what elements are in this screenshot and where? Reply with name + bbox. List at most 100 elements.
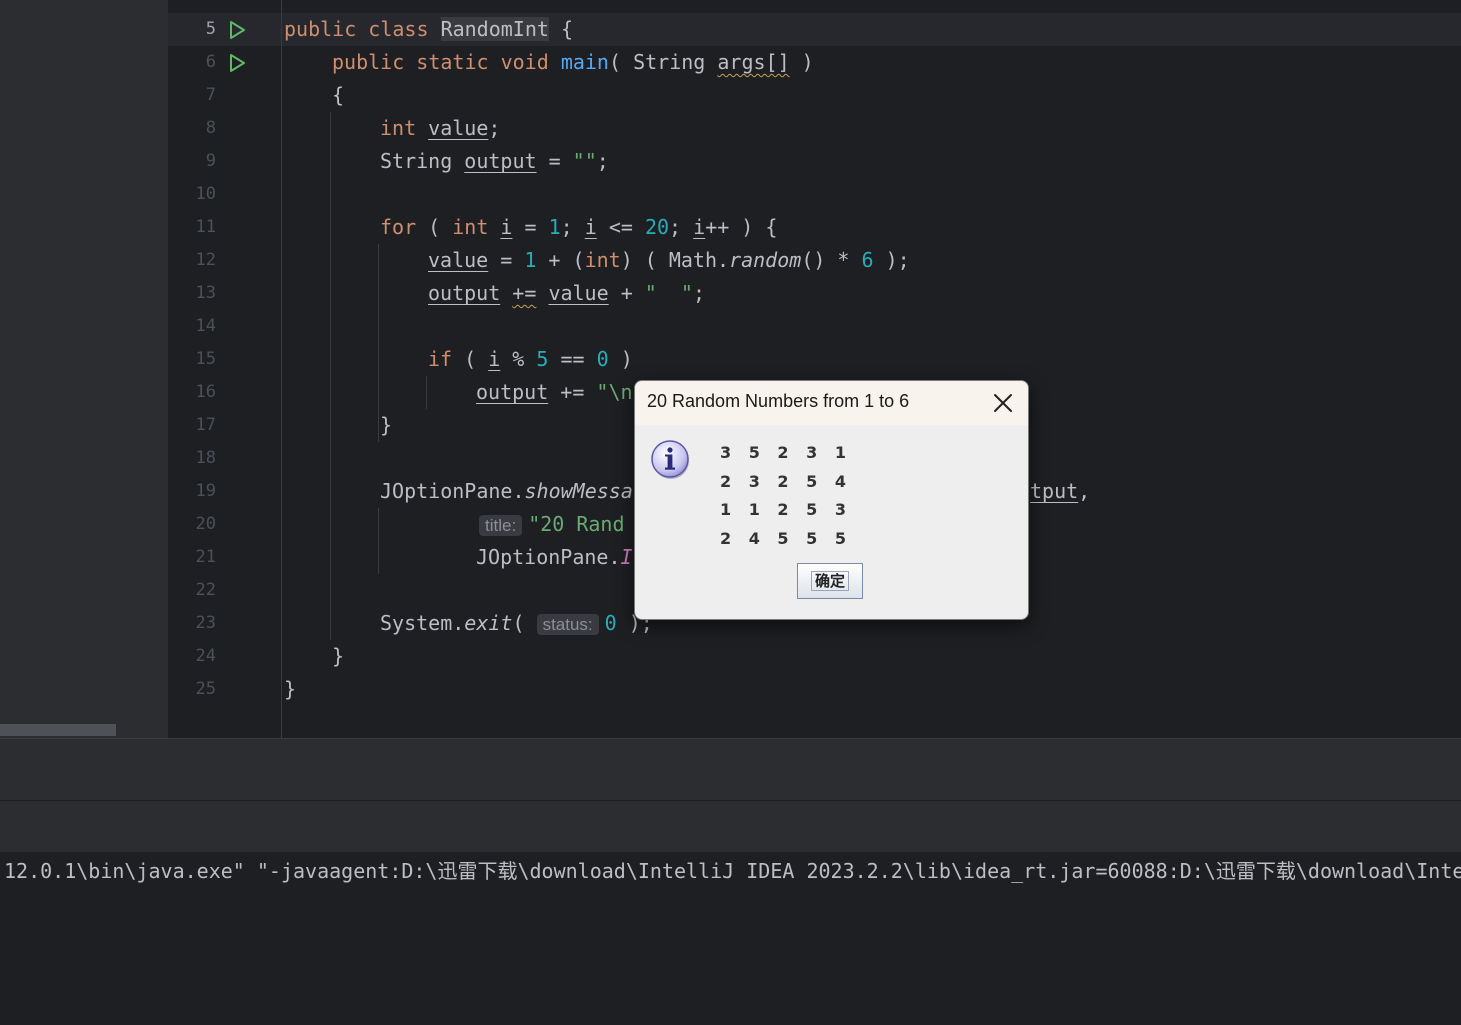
code-token: ): [789, 50, 814, 74]
code-token: output: [476, 380, 549, 404]
code-token: ): [608, 347, 633, 371]
line-number: 12: [195, 250, 216, 270]
code-token: exit: [464, 611, 513, 635]
number-row: 3 5 2 3 1: [720, 443, 852, 462]
indent-guide: [330, 112, 331, 640]
code-token: +=: [512, 281, 537, 305]
message-dialog: 20 Random Numbers from 1 to 6 3 5 2 3 1 …: [634, 380, 1029, 620]
code-token: " ": [644, 281, 693, 305]
code-token: i: [488, 347, 501, 371]
line-number: 21: [195, 547, 216, 567]
code-token: i: [584, 215, 597, 239]
code-token: void: [500, 50, 549, 74]
code-editor[interactable]: [168, 0, 1461, 738]
line-number: 16: [195, 382, 216, 402]
line-number: 15: [195, 349, 216, 369]
code-token: public: [284, 17, 357, 41]
code-token: ) ( Math.: [620, 248, 730, 272]
horizontal-scrollbar[interactable]: [0, 724, 116, 736]
code-token: ,: [1078, 479, 1091, 503]
indent-guide: [378, 508, 379, 574]
code-token: i: [693, 215, 706, 239]
line-number: 23: [195, 613, 216, 633]
close-icon[interactable]: [991, 391, 1015, 415]
code-token: value: [428, 116, 489, 140]
code-token: value: [548, 281, 609, 305]
code-token: class: [368, 17, 429, 41]
run-toolbar: [0, 800, 1461, 853]
code-token: showMessa: [524, 479, 633, 503]
code-token: {: [560, 17, 574, 41]
code-token: ;: [692, 281, 705, 305]
code-token: for: [380, 215, 417, 239]
code-token: 5: [536, 347, 549, 371]
ok-button-label: 确定: [811, 571, 849, 591]
code-token: + (: [536, 248, 585, 272]
code-line: {: [332, 79, 344, 112]
code-token: int: [452, 215, 489, 239]
code-token: int: [584, 248, 621, 272]
info-icon: [651, 440, 689, 479]
line-number: 22: [195, 580, 216, 600]
code-token: i: [500, 215, 513, 239]
line-number: 7: [205, 85, 216, 105]
code-token: public: [332, 50, 405, 74]
code-token: args[]: [717, 50, 790, 74]
code-token: "": [572, 149, 597, 173]
code-token: main: [560, 50, 609, 74]
code-token: random: [729, 248, 802, 272]
line-number: 13: [195, 283, 216, 303]
line-number: 19: [195, 481, 216, 501]
code-token: static: [416, 50, 489, 74]
code-line: JOptionPane.showMessa: [380, 475, 633, 508]
code-token: output: [464, 149, 537, 173]
code-token: +: [608, 281, 645, 305]
code-token: 1: [548, 215, 561, 239]
indent-guide: [378, 244, 379, 442]
code-token: ( String: [608, 50, 706, 74]
code-token: +=: [548, 380, 597, 404]
code-token: ;: [488, 116, 501, 140]
code-line: tput,: [1030, 475, 1090, 508]
run-gutter-icon[interactable]: [226, 52, 248, 74]
run-gutter-icon[interactable]: [226, 19, 248, 41]
code-line: if ( i % 5 == 0 ): [428, 343, 633, 376]
ok-button[interactable]: 确定: [797, 563, 863, 599]
code-token: =: [512, 215, 549, 239]
code-line: public static void main( String args[] ): [332, 46, 814, 79]
code-token: "20 Rand: [528, 512, 625, 536]
code-token: () *: [801, 248, 862, 272]
code-line: title: "20 Rand: [479, 508, 625, 542]
code-line: value = 1 + (int) ( Math.random() * 6 );: [428, 244, 910, 277]
code-token: ;: [560, 215, 585, 239]
code-token: }: [380, 413, 393, 437]
dialog-title-bar: 20 Random Numbers from 1 to 6: [635, 381, 1028, 425]
parameter-hint: status:: [536, 614, 599, 635]
code-token: 0: [604, 611, 617, 635]
number-row: 1 1 2 5 3: [720, 500, 852, 519]
line-number: 5: [205, 19, 216, 39]
code-line: }: [284, 673, 296, 706]
line-number: 17: [195, 415, 216, 435]
code-line: String output = "";: [380, 145, 609, 178]
code-line: output += "\n: [476, 376, 633, 409]
line-number: 18: [195, 448, 216, 468]
code-token: =: [488, 248, 525, 272]
code-token: =: [536, 149, 573, 173]
code-token: }: [284, 677, 297, 701]
code-token: <=: [596, 215, 645, 239]
code-token: (: [512, 611, 537, 635]
code-token: JOptionPane.: [476, 545, 621, 569]
code-token: 0: [596, 347, 609, 371]
gutter-separator: [281, 0, 282, 738]
line-number: 9: [205, 151, 216, 171]
code-token: tput: [1030, 479, 1079, 503]
code-token: 20: [644, 215, 670, 239]
code-line: int value;: [380, 112, 500, 145]
tool-window-header: [0, 738, 1461, 800]
line-number: 14: [195, 316, 216, 336]
code-token: if: [428, 347, 453, 371]
line-number: 6: [205, 52, 216, 72]
code-token: );: [873, 248, 910, 272]
code-token: value: [428, 248, 489, 272]
